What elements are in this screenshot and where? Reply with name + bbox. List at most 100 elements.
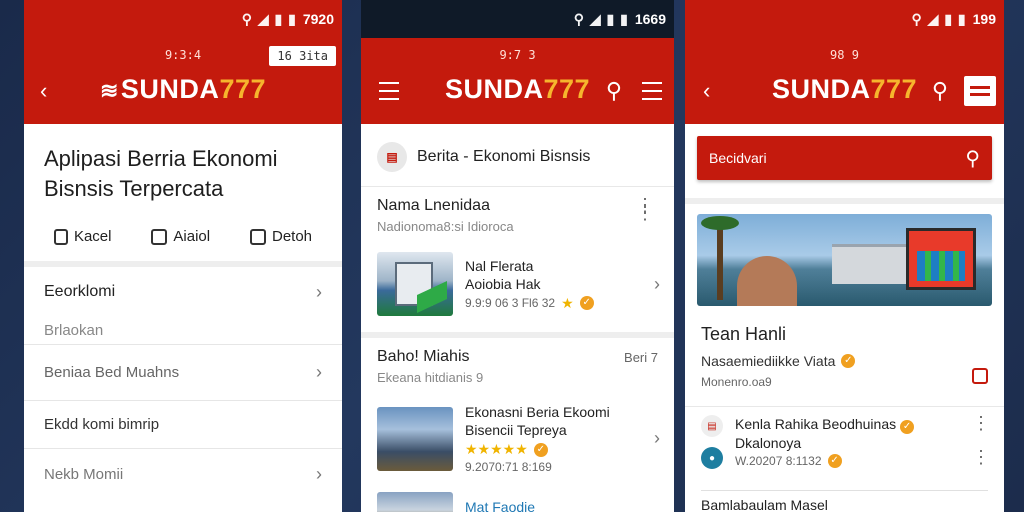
search-icon[interactable]: ⚲ xyxy=(965,146,980,171)
clock-text: 9:7 3 xyxy=(499,48,536,62)
notification-chip[interactable]: 16 3ita xyxy=(269,46,336,66)
action-label: Detoh xyxy=(271,228,313,245)
news-thumbnail xyxy=(377,252,453,316)
swoosh-icon: ≋ xyxy=(99,78,119,103)
phone-screen-news: ⚲ ◢ ▮ ▮ 1669 9:7 3 SUNDA777 ⚲ ▤ Berita -… xyxy=(361,0,674,512)
status-bar: ⚲ ◢ ▮ ▮ 199 xyxy=(685,0,1004,38)
search-icon[interactable]: ⚲ xyxy=(932,78,948,104)
action-label: Kacel xyxy=(73,228,112,245)
brand-logo: SUNDA777 xyxy=(361,74,674,105)
card-meta: 9.9:9 06 3 Fl6 32 ★ ✓ xyxy=(465,295,594,312)
chevron-right-icon: › xyxy=(654,273,660,294)
card-meta: ★★★★★ ✓ xyxy=(465,441,610,458)
divider xyxy=(685,198,1004,204)
menu-icon[interactable] xyxy=(964,76,996,106)
news-card-partial[interactable]: Mat Faodie xyxy=(377,492,535,512)
action-label: Aiaiol xyxy=(173,228,211,245)
card-subtitle: Dkalonoya xyxy=(735,435,802,451)
action-aiaiol[interactable]: Aiaiol xyxy=(151,228,210,245)
article-sub: Monenro.oa9 xyxy=(701,375,772,389)
signal-icons: ⚲ ◢ ▮ ▮ xyxy=(573,10,629,27)
brand-main: SUNDA xyxy=(120,74,220,104)
news-card[interactable]: Nal Flerata Aoiobia Hak 9.9:9 06 3 Fl6 3… xyxy=(361,244,674,324)
badge-icon: ✓ xyxy=(841,354,856,368)
news-logo-icon: ▤ xyxy=(377,142,407,172)
status-time: 7920 xyxy=(302,11,334,27)
signal-icons: ⚲ ◢ ▮ ▮ xyxy=(241,10,297,27)
badge-icon: ✓ xyxy=(533,442,548,457)
news-card[interactable]: Ekonasni Beria Ekoomi Bisencii Tepreya ★… xyxy=(361,395,674,482)
hero-banner[interactable] xyxy=(697,214,992,306)
status-time: 1669 xyxy=(634,11,666,27)
brand-logo: SUNDA777 xyxy=(685,74,1004,105)
article-text: Nasaemiediikke Viata xyxy=(701,353,836,369)
search-icon[interactable]: ⚲ xyxy=(606,78,622,104)
section: Baho! Miahis Ekeana hitdianis 9 Beri 7 xyxy=(361,338,674,395)
phone-screen-home: ⚲ ◢ ▮ ▮ 7920 9:3:4 16 3ita ‹ ≋SUNDA777 A… xyxy=(24,0,342,512)
list-item-label: Nekb Momii xyxy=(44,465,124,483)
action-kacel[interactable]: Kacel xyxy=(53,228,112,245)
category-title: Berita - Ekonomi Bisnsis xyxy=(417,148,591,165)
card-icons: ▤ ● xyxy=(701,415,723,469)
action-detoh[interactable]: Detoh xyxy=(249,228,313,245)
signal-icons: ⚲ ◢ ▮ ▮ xyxy=(911,10,967,27)
hamburger-icon[interactable] xyxy=(642,82,662,106)
search-input[interactable]: Becidvari ⚲ xyxy=(697,136,992,180)
card-title: Ekonasni Beria Ekoomi xyxy=(465,404,610,420)
list-item-label: Brlaokan xyxy=(44,322,104,339)
chevron-right-icon: › xyxy=(316,362,322,382)
badge-icon: ✓ xyxy=(827,454,842,468)
section-title: Baho! Miahis xyxy=(377,348,470,365)
settings-icon xyxy=(151,228,168,245)
list-item[interactable]: Beniaa Bed Muahns › xyxy=(24,345,342,401)
chevron-right-icon: › xyxy=(654,428,660,448)
list-item-label: Beniaa Bed Muahns xyxy=(44,364,180,381)
star-icon: ★ xyxy=(561,294,574,311)
meta-text: 9.9:9 06 3 Fl6 32 xyxy=(465,296,556,310)
meta-text: W.20207 8:1132 xyxy=(735,454,822,468)
news-icon: ▤ xyxy=(701,415,723,437)
list-item[interactable]: Eeorklomi › xyxy=(24,267,342,317)
news-thumbnail xyxy=(377,406,453,471)
more-options-icon[interactable]: ⋮ xyxy=(972,414,990,432)
palm-tree-graphic xyxy=(701,216,739,300)
category-header: ▤ Berita - Ekonomi Bisnsis xyxy=(361,124,674,187)
card-title: Mat Faodie xyxy=(465,499,536,512)
brand-accent: 777 xyxy=(543,74,591,104)
list-item: Brlaokan xyxy=(24,317,342,345)
star-icon: ★★★★★ xyxy=(465,441,528,457)
section-see-all[interactable]: Beri 7 xyxy=(624,350,658,365)
news-thumbnail xyxy=(377,492,453,512)
chart-board-graphic xyxy=(906,228,976,290)
clock-text: 98 9 xyxy=(830,48,859,62)
app-bar: 98 9 ‹ SUNDA777 ⚲ xyxy=(685,38,1004,124)
card-title: Nal Flerata xyxy=(465,257,534,274)
app-bar: 9:7 3 SUNDA777 ⚲ xyxy=(361,38,674,124)
chat-icon xyxy=(249,228,266,245)
bookmark-icon[interactable] xyxy=(972,368,988,384)
status-bar: ⚲ ◢ ▮ ▮ 7920 xyxy=(24,0,342,38)
section-title: Nama Lnenidaa xyxy=(377,197,490,214)
more-options-icon[interactable]: ⋮ ⋮ xyxy=(636,196,654,222)
list-item[interactable]: Nekb Momii › xyxy=(24,449,342,499)
more-options-icon[interactable]: ⋮ xyxy=(972,448,990,466)
title-line-2: Bisnsis Terpercata xyxy=(44,176,224,201)
article-title-partial[interactable]: Bamlabaulam Masel xyxy=(701,490,988,512)
search-placeholder: Becidvari xyxy=(709,150,767,166)
action-row: Kacel Aiaiol Detoh xyxy=(24,214,342,261)
list-item-label: Ekdd komi bimrip xyxy=(44,416,160,433)
meta-text: 9.2070:71 8:169 xyxy=(465,460,552,474)
badge-icon: ✓ xyxy=(900,420,915,434)
list-item[interactable]: Ekdd komi bimrip xyxy=(24,401,342,449)
app-bar: 9:3:4 16 3ita ‹ ≋SUNDA777 xyxy=(24,38,342,124)
section-subtitle: Ekeana hitdianis 9 xyxy=(377,370,484,385)
phone-icon xyxy=(53,228,68,245)
badge-icon: ✓ xyxy=(579,296,594,310)
status-time: 199 xyxy=(972,11,996,27)
brand-main: SUNDA xyxy=(444,74,544,104)
section: Nama Lnenidaa Nadionoma8:si Idioroca ⋮ ⋮ xyxy=(361,187,674,244)
card-subtitle: Bisencii Tepreya xyxy=(465,422,567,438)
card-subtitle: Aoiobia Hak xyxy=(465,275,541,292)
phone-screen-search: ⚲ ◢ ▮ ▮ 199 98 9 ‹ SUNDA777 ⚲ Becidvari … xyxy=(685,0,1004,512)
article-card[interactable]: ▤ ● Kenla Rahika Beodhuinas ✓ Dkalonoya … xyxy=(685,406,1004,477)
